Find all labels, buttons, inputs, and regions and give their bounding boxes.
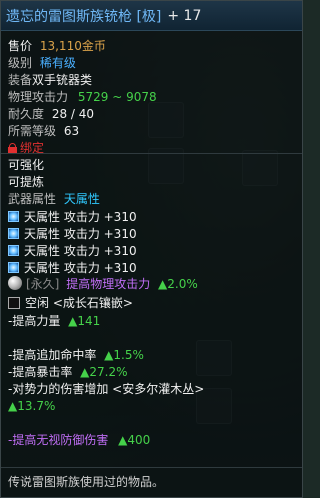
level-req-value: 63 <box>63 124 80 138</box>
grade-value: 稀有级 <box>39 56 76 70</box>
element-attack-text: 天属性 攻击力 +310 <box>24 261 137 275</box>
phys-attack-label: 物理攻击力 <box>8 90 69 104</box>
weapon-element-row: 武器属性 天属性 <box>8 191 198 208</box>
element-attack-row: 天属性 攻击力 +310 <box>8 225 198 242</box>
stat-crit-row: -提高暴击率 ▲27.2% <box>8 364 204 381</box>
stat-faction-value: ▲13.7% <box>8 399 56 413</box>
orb-icon <box>8 276 22 290</box>
item-properties: 可强化 可提炼 武器属性 天属性 天属性 攻击力 +310 天属性 攻击力 +3… <box>8 157 198 312</box>
stat-faction-label: -对势力的伤害增加 <安多尔灌木丛> <box>8 382 205 396</box>
durability-value: 28 / 40 <box>51 107 95 121</box>
equip-value: 双手铳器类 <box>32 73 93 87</box>
refine-flag: 可提炼 <box>8 175 45 189</box>
element-attack-text: 天属性 攻击力 +310 <box>24 244 137 258</box>
sky-element-icon <box>8 262 19 273</box>
element-attack-text: 天属性 攻击力 +310 <box>24 210 137 224</box>
item-description-text: 传说雷图斯族使用过的物品。 <box>8 475 165 489</box>
item-title-bar: 遗忘的雷图斯族铳枪 [极] + 17 <box>1 1 302 31</box>
equip-row: 装备双手铳器类 <box>8 72 157 89</box>
stat-power-label: -提高力量 <box>8 314 61 328</box>
divider <box>1 153 302 154</box>
bonus-stats: -提高力量 ▲141 -提高追加命中率 ▲1.5% -提高暴击率 ▲27.2% … <box>8 313 204 449</box>
stat-hit-value: ▲1.5% <box>104 348 144 362</box>
permanent-bonus-row: [永久] 提高物理攻击力 ▲2.0% <box>8 276 198 293</box>
sell-price-value: 13,110金币 <box>39 39 106 53</box>
stat-power-value: ▲141 <box>68 314 101 328</box>
level-req-row: 所需等级 63 <box>8 123 157 140</box>
reinforce-flag: 可强化 <box>8 158 45 172</box>
permanent-bonus-text: 提高物理攻击力 <box>66 277 151 291</box>
sell-price-label: 售价 <box>8 39 33 53</box>
sky-element-icon <box>8 228 19 239</box>
permanent-tag: [永久] <box>26 277 60 291</box>
grade-row: 级别 稀有级 <box>8 55 157 72</box>
permanent-bonus-value: ▲2.0% <box>158 277 198 291</box>
stat-hit-row: -提高追加命中率 ▲1.5% <box>8 347 204 364</box>
element-attack-row: 天属性 攻击力 +310 <box>8 259 198 276</box>
socket-row: 空闲 <成长石镶嵌> <box>8 295 198 312</box>
equip-label: 装备 <box>8 73 33 87</box>
sell-price-row: 售价 13,110金币 <box>8 38 157 55</box>
weapon-element-value: 天属性 <box>63 192 100 206</box>
stat-crit-label: -提高暴击率 <box>8 365 73 379</box>
sky-element-icon <box>8 245 19 256</box>
item-description: 传说雷图斯族使用过的物品。 <box>1 467 302 498</box>
durability-label: 耐久度 <box>8 107 45 121</box>
level-req-label: 所需等级 <box>8 124 57 138</box>
grade-label: 级别 <box>8 56 33 70</box>
stat-crit-value: ▲27.2% <box>80 365 128 379</box>
stat-ignore-def-value: ▲400 <box>118 433 151 447</box>
stat-faction-row: -对势力的伤害增加 <安多尔灌木丛> <box>8 381 204 398</box>
enhance-level: + 17 <box>167 7 202 24</box>
durability-row: 耐久度 28 / 40 <box>8 106 157 123</box>
item-tooltip: 遗忘的雷图斯族铳枪 [极] + 17 售价 13,110金币 级别 稀有级 装备… <box>0 0 303 498</box>
phys-attack-value: 5729 ~ 9078 <box>77 90 157 104</box>
empty-socket-icon <box>8 297 20 309</box>
lock-icon <box>8 143 17 153</box>
stat-power-row: -提高力量 ▲141 <box>8 313 204 330</box>
element-attack-row: 天属性 攻击力 +310 <box>8 208 198 225</box>
sky-element-icon <box>8 211 19 222</box>
basic-info: 售价 13,110金币 级别 稀有级 装备双手铳器类 物理攻击力 5729 ~ … <box>8 38 157 157</box>
bound-row: 绑定 <box>8 140 157 157</box>
stat-ignore-def-label: -提高无视防御伤害 <box>8 433 109 447</box>
stat-ignore-def-row: -提高无视防御伤害 ▲400 <box>8 432 204 449</box>
item-name: 遗忘的雷图斯族铳枪 [极] <box>6 8 162 25</box>
socket-text: 空闲 <成长石镶嵌> <box>25 296 133 310</box>
phys-attack-row: 物理攻击力 5729 ~ 9078 <box>8 89 157 106</box>
element-attack-text: 天属性 攻击力 +310 <box>24 227 137 241</box>
weapon-element-label: 武器属性 <box>8 192 57 206</box>
element-attack-row: 天属性 攻击力 +310 <box>8 242 198 259</box>
stat-hit-label: -提高追加命中率 <box>8 348 97 362</box>
stat-faction-value-row: ▲13.7% <box>8 398 204 415</box>
